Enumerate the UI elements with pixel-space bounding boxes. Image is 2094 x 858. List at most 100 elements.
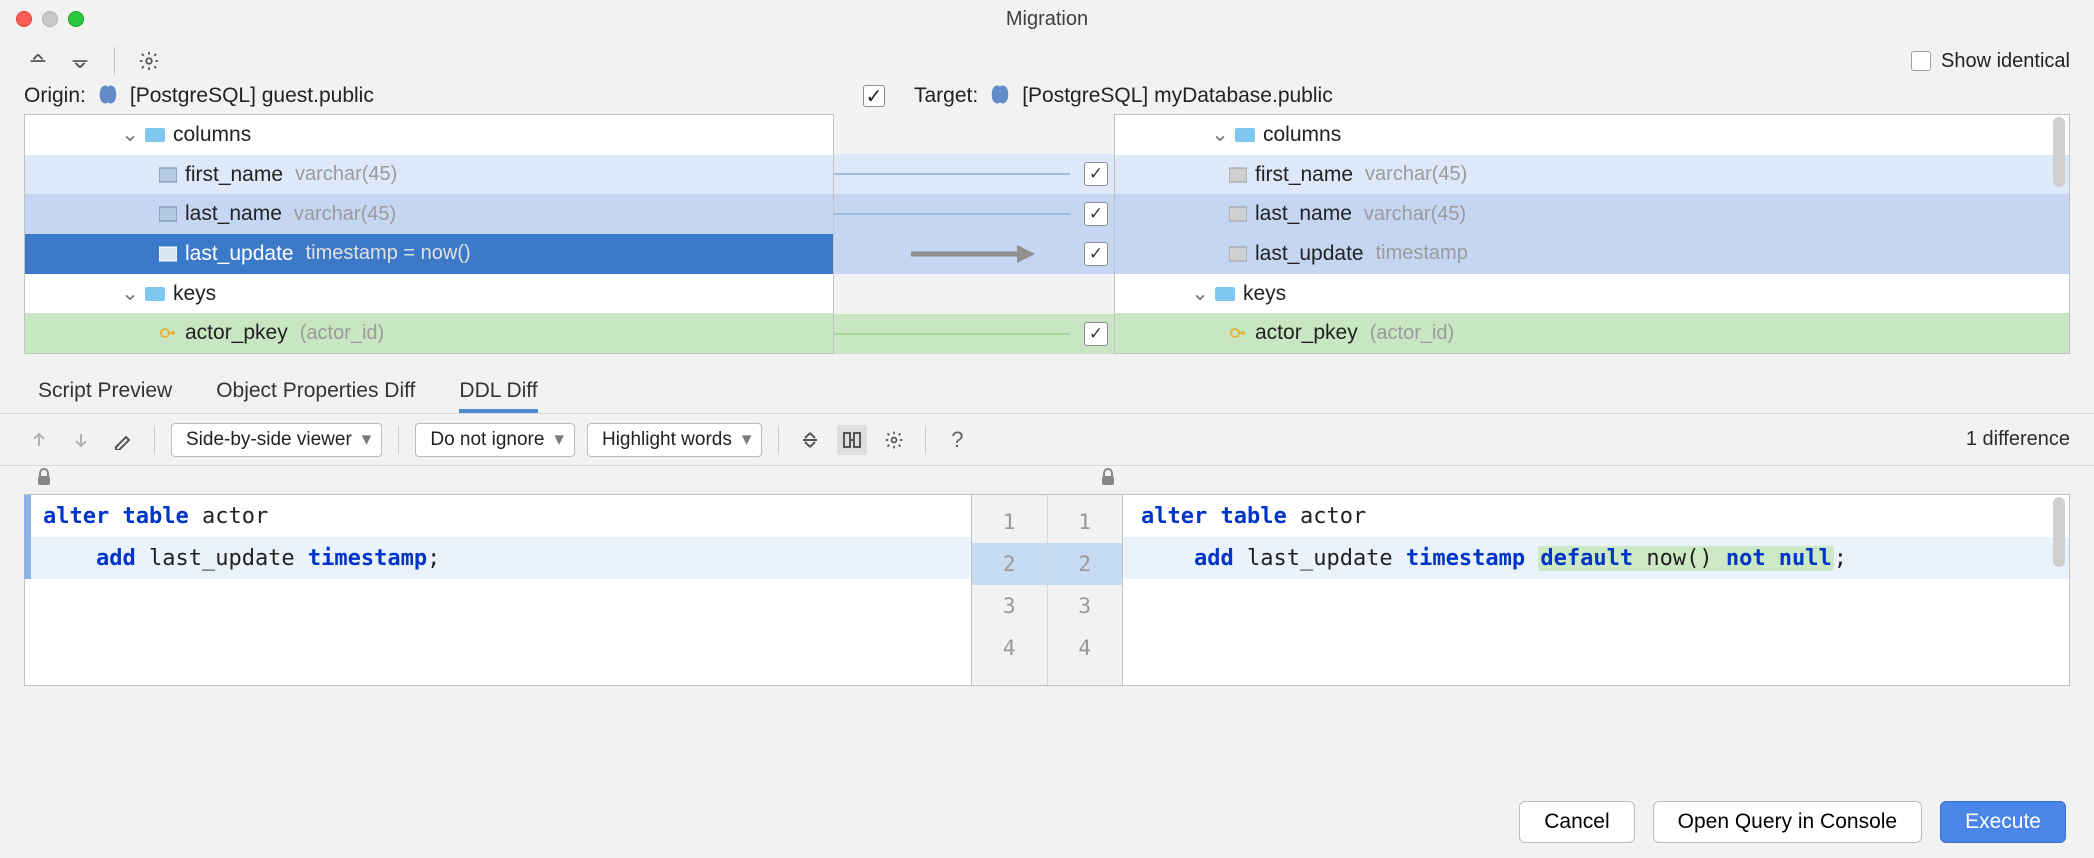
column-type: varchar(45) [1365, 163, 1467, 186]
keys-label: keys [1243, 282, 1286, 306]
tab-script-preview[interactable]: Script Preview [38, 379, 172, 413]
code-text: ; [1834, 546, 1847, 571]
columns-label: columns [1263, 123, 1341, 147]
target-tree[interactable]: ⌄ columns first_name varchar(45) last_na… [1114, 114, 2070, 354]
column-type: varchar(45) [1364, 203, 1466, 226]
origin-prefix: Origin: [24, 84, 86, 108]
scrollbar[interactable] [2051, 497, 2067, 683]
row-checkbox[interactable]: ✓ [1084, 242, 1108, 266]
folder-icon [145, 286, 165, 302]
connector-line [834, 213, 1070, 215]
tree-row-keys[interactable]: ⌄ keys [1115, 274, 2069, 314]
expand-all-icon[interactable] [24, 47, 52, 75]
dialog-footer: Cancel Open Query in Console Execute [0, 786, 2094, 858]
arrow-right-icon [904, 243, 1044, 265]
tab-ddl-diff[interactable]: DDL Diff [459, 379, 537, 413]
target-editor[interactable]: alter table actor add last_update timest… [1122, 494, 2070, 686]
tree-row[interactable]: first_name varchar(45) [1115, 155, 2069, 195]
gear-icon[interactable] [879, 425, 909, 455]
chevron-down-icon: ⌄ [121, 281, 139, 306]
chevron-down-icon: ▾ [554, 428, 564, 451]
target-header: Target: [PostgreSQL] myDatabase.public [914, 84, 2070, 108]
key-cols: (actor_id) [300, 322, 384, 345]
diff-editors: alter table actor add last_update timest… [0, 494, 2094, 686]
column-icon [159, 167, 177, 183]
connector-line [834, 333, 1070, 335]
column-icon [1229, 206, 1247, 222]
kw: add [1194, 546, 1234, 571]
keys-label: keys [173, 282, 216, 306]
tree-row[interactable]: actor_pkey (actor_id) [1115, 313, 2069, 353]
target-label: [PostgreSQL] myDatabase.public [1022, 84, 1333, 108]
tree-row[interactable]: actor_pkey (actor_id) [25, 313, 833, 353]
ignore-dropdown[interactable]: Do not ignore ▾ [415, 423, 575, 457]
arrow-down-icon[interactable] [66, 425, 96, 455]
execute-button[interactable]: Execute [1940, 801, 2066, 843]
line-number: 1 [1048, 501, 1123, 543]
postgres-icon [988, 84, 1012, 108]
diff-count: 1 difference [1966, 428, 2070, 451]
lock-icon [36, 468, 52, 492]
tab-object-props[interactable]: Object Properties Diff [216, 379, 415, 413]
tree-row-selected[interactable]: last_update timestamp = now() [25, 234, 833, 274]
collapse-icon[interactable] [795, 425, 825, 455]
chevron-down-icon: ▾ [362, 428, 372, 451]
highlight-label: Highlight words [602, 429, 732, 451]
edit-icon[interactable] [108, 425, 138, 455]
tree-row-columns[interactable]: ⌄ columns [25, 115, 833, 155]
gear-icon[interactable] [135, 47, 163, 75]
maximize-icon[interactable] [68, 11, 84, 27]
column-name: first_name [1255, 163, 1353, 187]
key-cols: (actor_id) [1370, 322, 1454, 345]
titlebar: Migration [0, 0, 2094, 38]
tree-row[interactable]: last_update timestamp [1115, 234, 2069, 274]
code-text: actor [189, 504, 268, 529]
arrow-up-icon[interactable] [24, 425, 54, 455]
target-enable-checkbox[interactable]: ✓ [863, 85, 885, 107]
viewer-dropdown[interactable]: Side-by-side viewer ▾ [171, 423, 382, 457]
tree-row-columns[interactable]: ⌄ columns [1115, 115, 2069, 155]
minimize-icon[interactable] [42, 11, 58, 27]
column-type: timestamp [1376, 242, 1468, 265]
tree-row[interactable]: last_name varchar(45) [25, 194, 833, 234]
window-title: Migration [0, 8, 2094, 31]
column-type: timestamp = now() [306, 242, 471, 265]
tree-row[interactable]: last_name varchar(45) [1115, 194, 2069, 234]
line-number: 2 [972, 543, 1047, 585]
line-number: 4 [1048, 627, 1123, 669]
origin-editor[interactable]: alter table actor add last_update timest… [24, 494, 972, 686]
postgres-icon [96, 84, 120, 108]
diff-added: default now() not null [1538, 546, 1833, 571]
target-prefix: Target: [914, 84, 978, 108]
row-checkbox[interactable]: ✓ [1084, 202, 1108, 226]
tree-row-keys[interactable]: ⌄ keys [25, 274, 833, 314]
column-name: first_name [185, 163, 283, 187]
highlight-dropdown[interactable]: Highlight words ▾ [587, 423, 762, 457]
line-number: 1 [972, 501, 1047, 543]
origin-label: [PostgreSQL] guest.public [130, 84, 374, 108]
column-type: varchar(45) [295, 163, 397, 186]
sync-scroll-icon[interactable] [837, 425, 867, 455]
close-icon[interactable] [16, 11, 32, 27]
kw: alter [1141, 504, 1207, 529]
origin-tree[interactable]: ⌄ columns first_name varchar(45) last_na… [24, 114, 834, 354]
lock-icon [1100, 468, 1116, 492]
kw: timestamp [1406, 546, 1525, 571]
kw: add [96, 546, 136, 571]
row-checkbox[interactable]: ✓ [1084, 322, 1108, 346]
line-number: 3 [972, 585, 1047, 627]
cancel-button[interactable]: Cancel [1519, 801, 1634, 843]
scrollbar[interactable] [2051, 117, 2067, 351]
row-checkbox[interactable]: ✓ [1084, 162, 1108, 186]
show-identical-checkbox[interactable]: Show identical [1911, 50, 2070, 73]
tree-row[interactable]: first_name varchar(45) [25, 155, 833, 195]
kw: table [1220, 504, 1286, 529]
collapse-all-icon[interactable] [66, 47, 94, 75]
help-icon[interactable]: ? [942, 425, 972, 455]
diff-tree: ⌄ columns first_name varchar(45) last_na… [0, 114, 2094, 354]
window-controls [16, 11, 84, 27]
key-icon [1229, 324, 1247, 342]
diff-tabs: Script Preview Object Properties Diff DD… [0, 354, 2094, 414]
viewer-label: Side-by-side viewer [186, 429, 352, 451]
open-console-button[interactable]: Open Query in Console [1653, 801, 1922, 843]
